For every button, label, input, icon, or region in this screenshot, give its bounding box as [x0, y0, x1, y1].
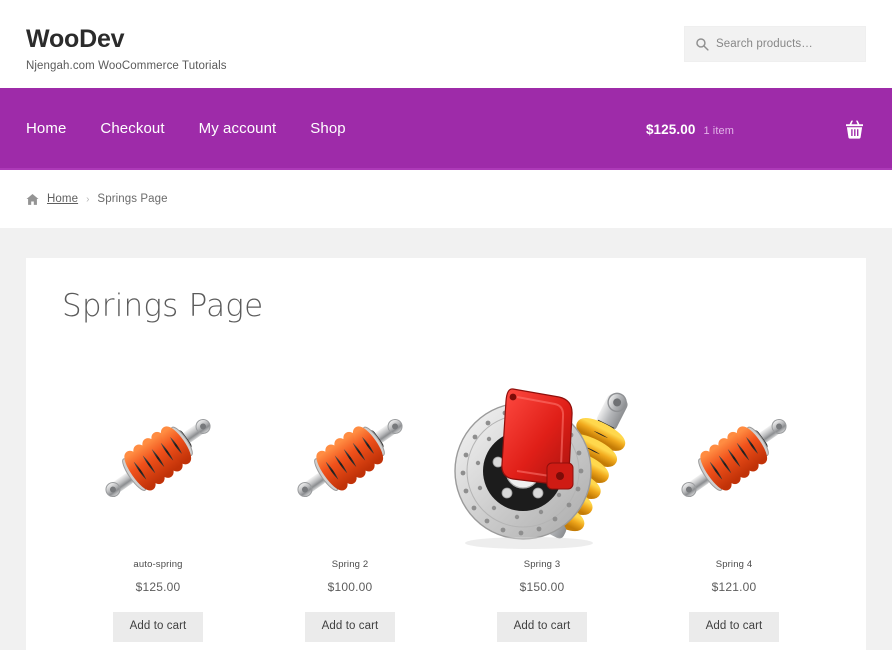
product-thumbnail[interactable]	[638, 363, 830, 553]
add-to-cart-button[interactable]: Add to cart	[688, 612, 780, 642]
add-to-cart-button[interactable]: Add to cart	[112, 612, 204, 642]
nav-link-shop[interactable]: Shop	[310, 116, 345, 141]
brake-rotor-caliper-coilover-icon	[454, 388, 628, 550]
product-thumbnail[interactable]	[446, 363, 638, 553]
cart-summary[interactable]: $125.00 1 item	[646, 122, 734, 137]
product-thumbnail[interactable]	[62, 363, 254, 553]
cart-total: $125.00	[645, 121, 696, 137]
breadcrumb-link-home[interactable]: Home	[47, 193, 78, 205]
nav-item-checkout[interactable]: Checkout	[100, 116, 164, 141]
nav-link-my-account[interactable]: My account	[199, 116, 277, 141]
site-tagline: Njengah.com WooCommerce Tutorials	[26, 59, 227, 72]
cart-button[interactable]	[842, 117, 866, 141]
home-icon	[26, 193, 39, 205]
product-price: $121.00	[711, 580, 757, 595]
nav-item-my-account[interactable]: My account	[199, 116, 277, 141]
coilover-shock-absorber-icon	[105, 419, 211, 498]
breadcrumb: Home › Springs Page	[26, 193, 168, 206]
product-card[interactable]: Spring 3 $150.00 Add to cart	[446, 363, 638, 642]
coilover-shock-absorber-icon	[681, 419, 787, 498]
add-to-cart-button[interactable]: Add to cart	[304, 612, 396, 642]
nav-item-shop[interactable]: Shop	[310, 116, 345, 141]
breadcrumb-separator: ›	[86, 193, 90, 205]
add-to-cart-button[interactable]: Add to cart	[496, 612, 588, 642]
breadcrumb-bar: Home › Springs Page	[0, 170, 892, 228]
content-background: Springs Page auto-spring $125.00 Add to …	[0, 228, 892, 650]
search-input[interactable]	[716, 38, 870, 50]
product-card[interactable]: auto-spring $125.00 Add to cart	[62, 363, 254, 642]
product-title: Spring 2	[331, 559, 369, 571]
product-title: Spring 3	[523, 559, 561, 571]
product-thumbnail[interactable]	[254, 363, 446, 553]
page-title: Springs Page	[62, 288, 264, 324]
nav-list: Home Checkout My account Shop	[26, 116, 380, 141]
product-title: Spring 4	[715, 559, 753, 571]
product-title: auto-spring	[133, 559, 183, 571]
site-header: WooDev Njengah.com WooCommerce Tutorials	[0, 0, 892, 88]
shopping-basket-icon	[845, 120, 863, 139]
cart-item-count: 1 item	[703, 124, 734, 137]
breadcrumb-current: Springs Page	[97, 193, 168, 205]
content-card: Springs Page auto-spring $125.00 Add to …	[26, 258, 866, 650]
page-root: WooDev Njengah.com WooCommerce Tutorials…	[0, 0, 892, 650]
primary-navigation: Home Checkout My account Shop $125.00 1 …	[0, 88, 892, 170]
product-price: $150.00	[519, 580, 565, 595]
product-price: $125.00	[135, 580, 181, 595]
site-title: WooDev	[26, 25, 125, 53]
site-branding[interactable]: WooDev Njengah.com WooCommerce Tutorials	[26, 25, 227, 72]
product-card[interactable]: Spring 4 $121.00 Add to cart	[638, 363, 830, 642]
product-card[interactable]: Spring 2 $100.00 Add to cart	[254, 363, 446, 642]
cart-area: $125.00 1 item	[646, 88, 866, 170]
nav-link-checkout[interactable]: Checkout	[100, 116, 164, 141]
nav-item-home[interactable]: Home	[26, 116, 66, 141]
nav-link-home[interactable]: Home	[26, 116, 66, 141]
product-grid: auto-spring $125.00 Add to cart Spring 2…	[62, 363, 830, 642]
search-icon	[696, 38, 709, 51]
product-search-form[interactable]	[684, 26, 870, 62]
product-price: $100.00	[327, 580, 373, 595]
coilover-shock-absorber-icon	[297, 419, 403, 498]
